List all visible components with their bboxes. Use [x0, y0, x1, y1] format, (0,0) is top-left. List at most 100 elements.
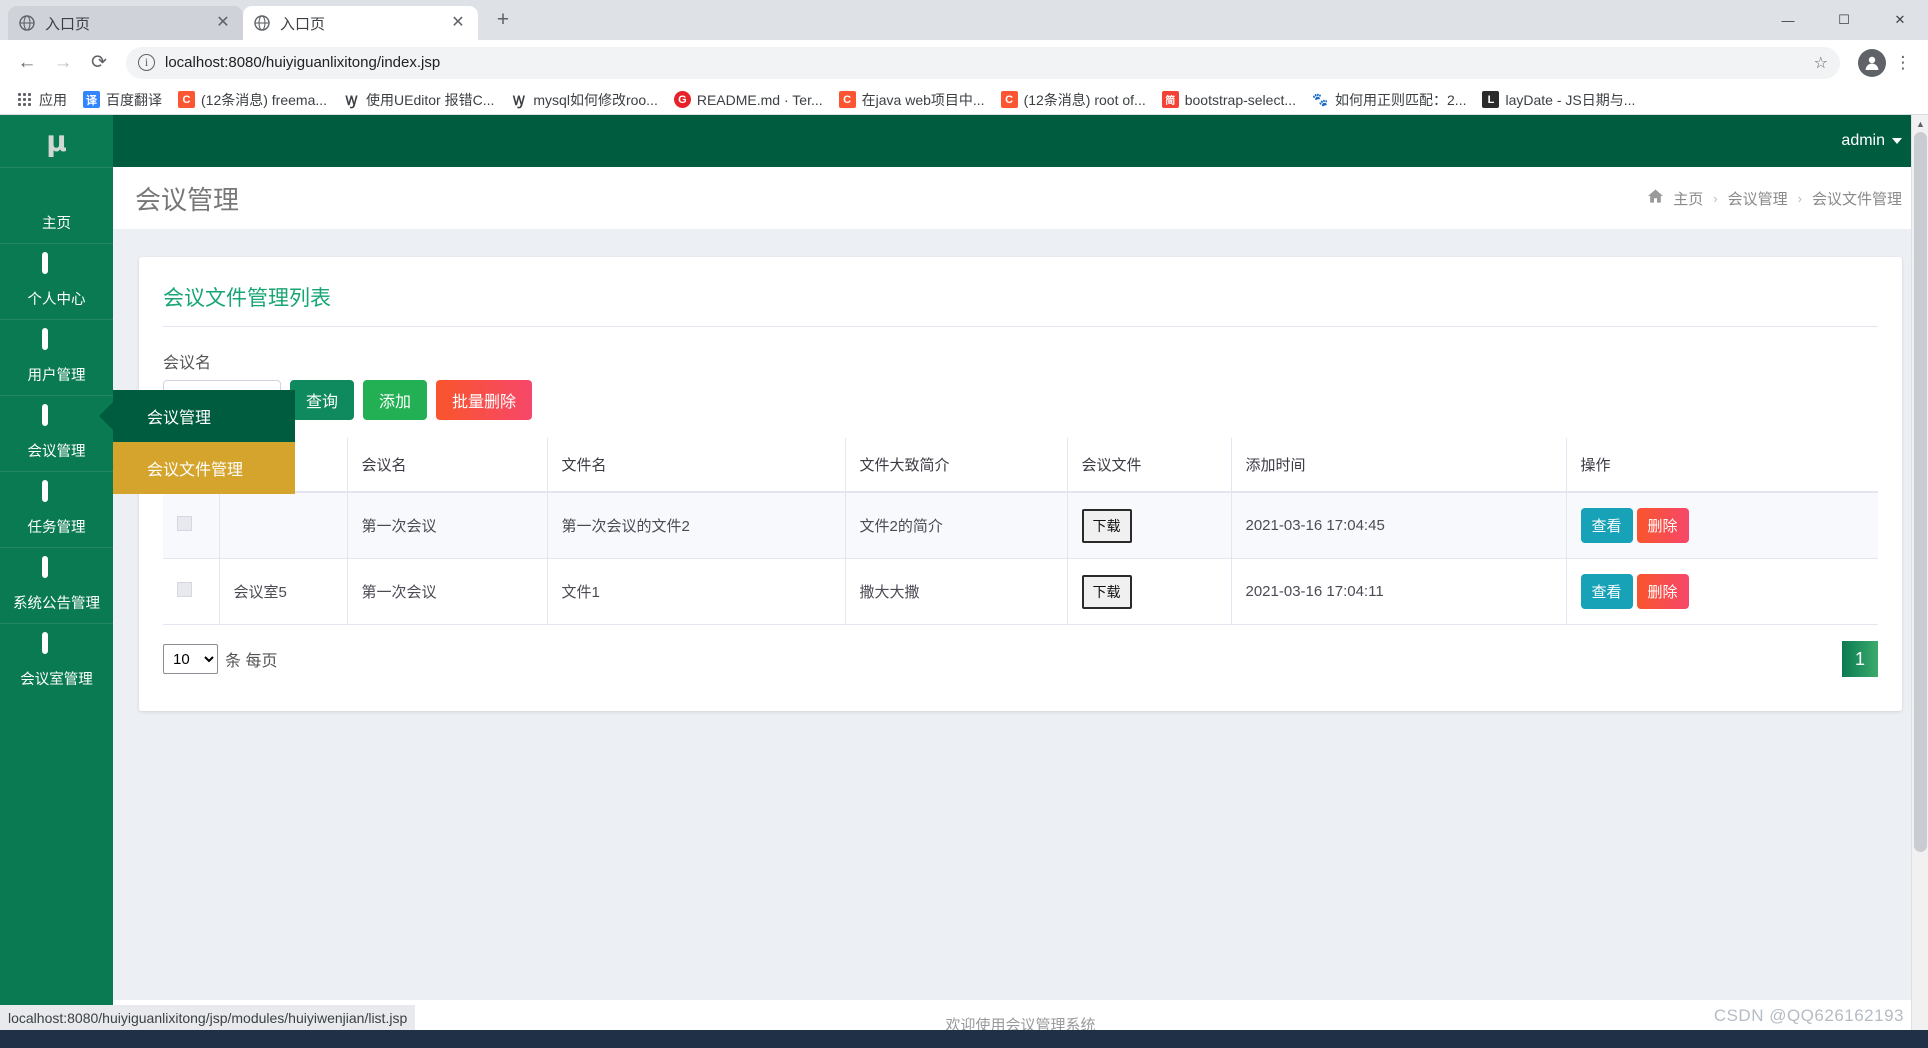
- browser-menu-icon[interactable]: ⋮: [1888, 53, 1918, 73]
- sidebar-item-tasks[interactable]: 任务管理: [0, 471, 113, 547]
- bookmark-item[interactable]: C (12条消息) freema...: [172, 87, 333, 113]
- view-button[interactable]: 查看: [1580, 508, 1633, 543]
- bookmark-item[interactable]: 译 百度翻译: [77, 87, 168, 113]
- sidebar-item-users[interactable]: 用户管理: [0, 319, 113, 395]
- monitor-icon: [41, 555, 72, 585]
- close-icon[interactable]: ✕: [213, 13, 233, 33]
- segmentfault-icon: Ꝡ: [345, 92, 358, 108]
- bookmark-star-icon[interactable]: ☆: [1814, 53, 1828, 73]
- bookmark-item[interactable]: L layDate - JS日期与...: [1476, 87, 1641, 113]
- username-label: admin: [1841, 132, 1885, 149]
- row-checkbox-cell[interactable]: [163, 492, 220, 559]
- sidebar-item-meetings[interactable]: 会议管理: [0, 395, 113, 471]
- window-controls: — ☐ ✕: [1760, 0, 1928, 40]
- apps-grid-icon: [16, 91, 33, 108]
- sidebar-item-meeting-rooms[interactable]: 会议室管理: [0, 623, 113, 699]
- watermark: CSDN @QQ626162193: [1713, 1006, 1904, 1025]
- bookmark-item[interactable]: Ꝡ 使用UEditor 报错C...: [337, 87, 500, 113]
- scrollbar-thumb[interactable]: [1914, 132, 1927, 852]
- row-checkbox-cell[interactable]: [163, 558, 220, 625]
- home-icon: [1648, 189, 1664, 207]
- sidebar-item-announcements[interactable]: 系统公告管理: [0, 547, 113, 623]
- bookmark-label: 在java web项目中...: [861, 91, 985, 108]
- download-button[interactable]: 下载: [1081, 574, 1132, 609]
- sidebar-item-profile[interactable]: 个人中心: [0, 243, 113, 319]
- monitor-icon: [41, 631, 72, 661]
- submenu-header[interactable]: 会议管理: [113, 390, 295, 442]
- view-button[interactable]: 查看: [1580, 574, 1633, 609]
- forward-icon[interactable]: →: [46, 46, 80, 80]
- top-bar: admin: [113, 115, 1928, 167]
- os-taskbar: [0, 1030, 1928, 1048]
- pagination-page-1[interactable]: 1: [1842, 641, 1878, 677]
- cell-summary: 文件2的简介: [845, 492, 1068, 559]
- table-row: 第一次会议 第一次会议的文件2 文件2的简介 下载 2021-03-16 17:…: [163, 492, 1878, 559]
- web-application: μ 主页 个人中心 用户管理 会议管理 任务管理 系统公告管理 会议室管理 会议…: [0, 115, 1928, 1048]
- baidu-icon: 🐾: [1312, 91, 1329, 107]
- cell-filename: 第一次会议的文件2: [547, 492, 846, 559]
- browser-tab-2[interactable]: 入口页 ✕: [243, 6, 478, 40]
- window-close-button[interactable]: ✕: [1872, 0, 1928, 40]
- meeting-files-card: 会议文件管理列表 会议名 查询 添加 批量删除 会议室: [139, 257, 1902, 711]
- bookmark-label: (12条消息) root of...: [1023, 91, 1146, 108]
- sidebar-item-label: 主页: [42, 215, 71, 232]
- maximize-button[interactable]: ☐: [1816, 0, 1872, 40]
- bookmark-item[interactable]: C 在java web项目中...: [833, 87, 991, 113]
- globe-icon: [253, 14, 271, 32]
- chevron-right-icon: ›: [1713, 190, 1718, 206]
- browser-window: 入口页 ✕ 入口页 ✕ + — ☐ ✕ ← → ⟳ i localhost:80…: [0, 0, 1928, 1048]
- user-menu[interactable]: admin: [1841, 132, 1902, 150]
- gitee-icon: G: [673, 91, 691, 108]
- breadcrumb-item-meetings[interactable]: 会议管理: [1728, 188, 1788, 209]
- bookmark-label: 如何用正则匹配：2...: [1335, 91, 1467, 108]
- table-row: 会议室5 第一次会议 文件1 撒大大撒 下载 2021-03-16 17:04:…: [163, 558, 1878, 625]
- delete-button[interactable]: 删除: [1636, 508, 1689, 543]
- browser-tab-1[interactable]: 入口页 ✕: [8, 6, 243, 40]
- csdn-icon: C: [1000, 91, 1018, 108]
- site-info-icon[interactable]: i: [138, 54, 155, 71]
- chevron-down-icon: [1892, 138, 1902, 144]
- row-checkbox[interactable]: [177, 516, 192, 531]
- download-button[interactable]: 下载: [1081, 508, 1132, 543]
- bookmark-item[interactable]: 🐾 如何用正则匹配：2...: [1306, 87, 1472, 113]
- page-size-select[interactable]: 10 20 50 100: [163, 644, 218, 674]
- query-button[interactable]: 查询: [290, 380, 355, 420]
- bookmark-item[interactable]: G README.md · Ter...: [668, 88, 829, 111]
- bookmark-item[interactable]: Ꝡ mysql如何修改roo...: [504, 87, 663, 113]
- per-page-label: 条 每页: [225, 653, 278, 670]
- globe-icon: [18, 14, 36, 32]
- bookmark-item[interactable]: 简 bootstrap-select...: [1156, 88, 1302, 111]
- address-bar[interactable]: i localhost:8080/huiyiguanlixitong/index…: [126, 46, 1840, 79]
- submenu-item-meeting-files[interactable]: 会议文件管理: [113, 442, 295, 494]
- add-button[interactable]: 添加: [363, 380, 428, 420]
- search-toolbar: 查询 添加 批量删除: [163, 380, 1878, 420]
- url-text: localhost:8080/huiyiguanlixitong/index.j…: [165, 54, 441, 71]
- minimize-button[interactable]: —: [1760, 0, 1816, 40]
- cell-actions: 查看 删除: [1566, 558, 1878, 625]
- back-icon[interactable]: ←: [10, 46, 44, 80]
- close-icon[interactable]: ✕: [448, 13, 468, 33]
- row-checkbox[interactable]: [177, 582, 192, 597]
- chevron-right-icon: ›: [1797, 190, 1802, 206]
- app-logo[interactable]: μ: [0, 115, 113, 167]
- bookmark-item[interactable]: C (12条消息) root of...: [995, 87, 1152, 113]
- csdn-icon: C: [838, 91, 856, 108]
- csdn-icon: C: [178, 91, 195, 108]
- cell-meeting: 第一次会议: [347, 492, 548, 559]
- breadcrumb-item-home[interactable]: 主页: [1673, 188, 1703, 209]
- tab-title: 入口页: [45, 15, 91, 33]
- page-scrollbar[interactable]: ▲ ▼: [1911, 115, 1928, 1048]
- column-summary: 文件大致简介: [845, 438, 1068, 493]
- cell-room: 会议室5: [219, 558, 348, 625]
- monitor-icon: [41, 403, 72, 433]
- batch-delete-button[interactable]: 批量删除: [436, 380, 533, 420]
- sidebar-item-home[interactable]: 主页: [0, 167, 113, 243]
- scroll-up-icon[interactable]: ▲: [1912, 115, 1928, 132]
- reload-icon[interactable]: ⟳: [82, 46, 116, 80]
- bookmark-apps[interactable]: 应用: [10, 87, 73, 113]
- new-tab-button[interactable]: +: [486, 3, 520, 37]
- bookmark-label: 应用: [39, 91, 67, 108]
- bookmark-label: bootstrap-select...: [1184, 91, 1297, 108]
- avatar[interactable]: [1858, 48, 1886, 77]
- delete-button[interactable]: 删除: [1636, 574, 1689, 609]
